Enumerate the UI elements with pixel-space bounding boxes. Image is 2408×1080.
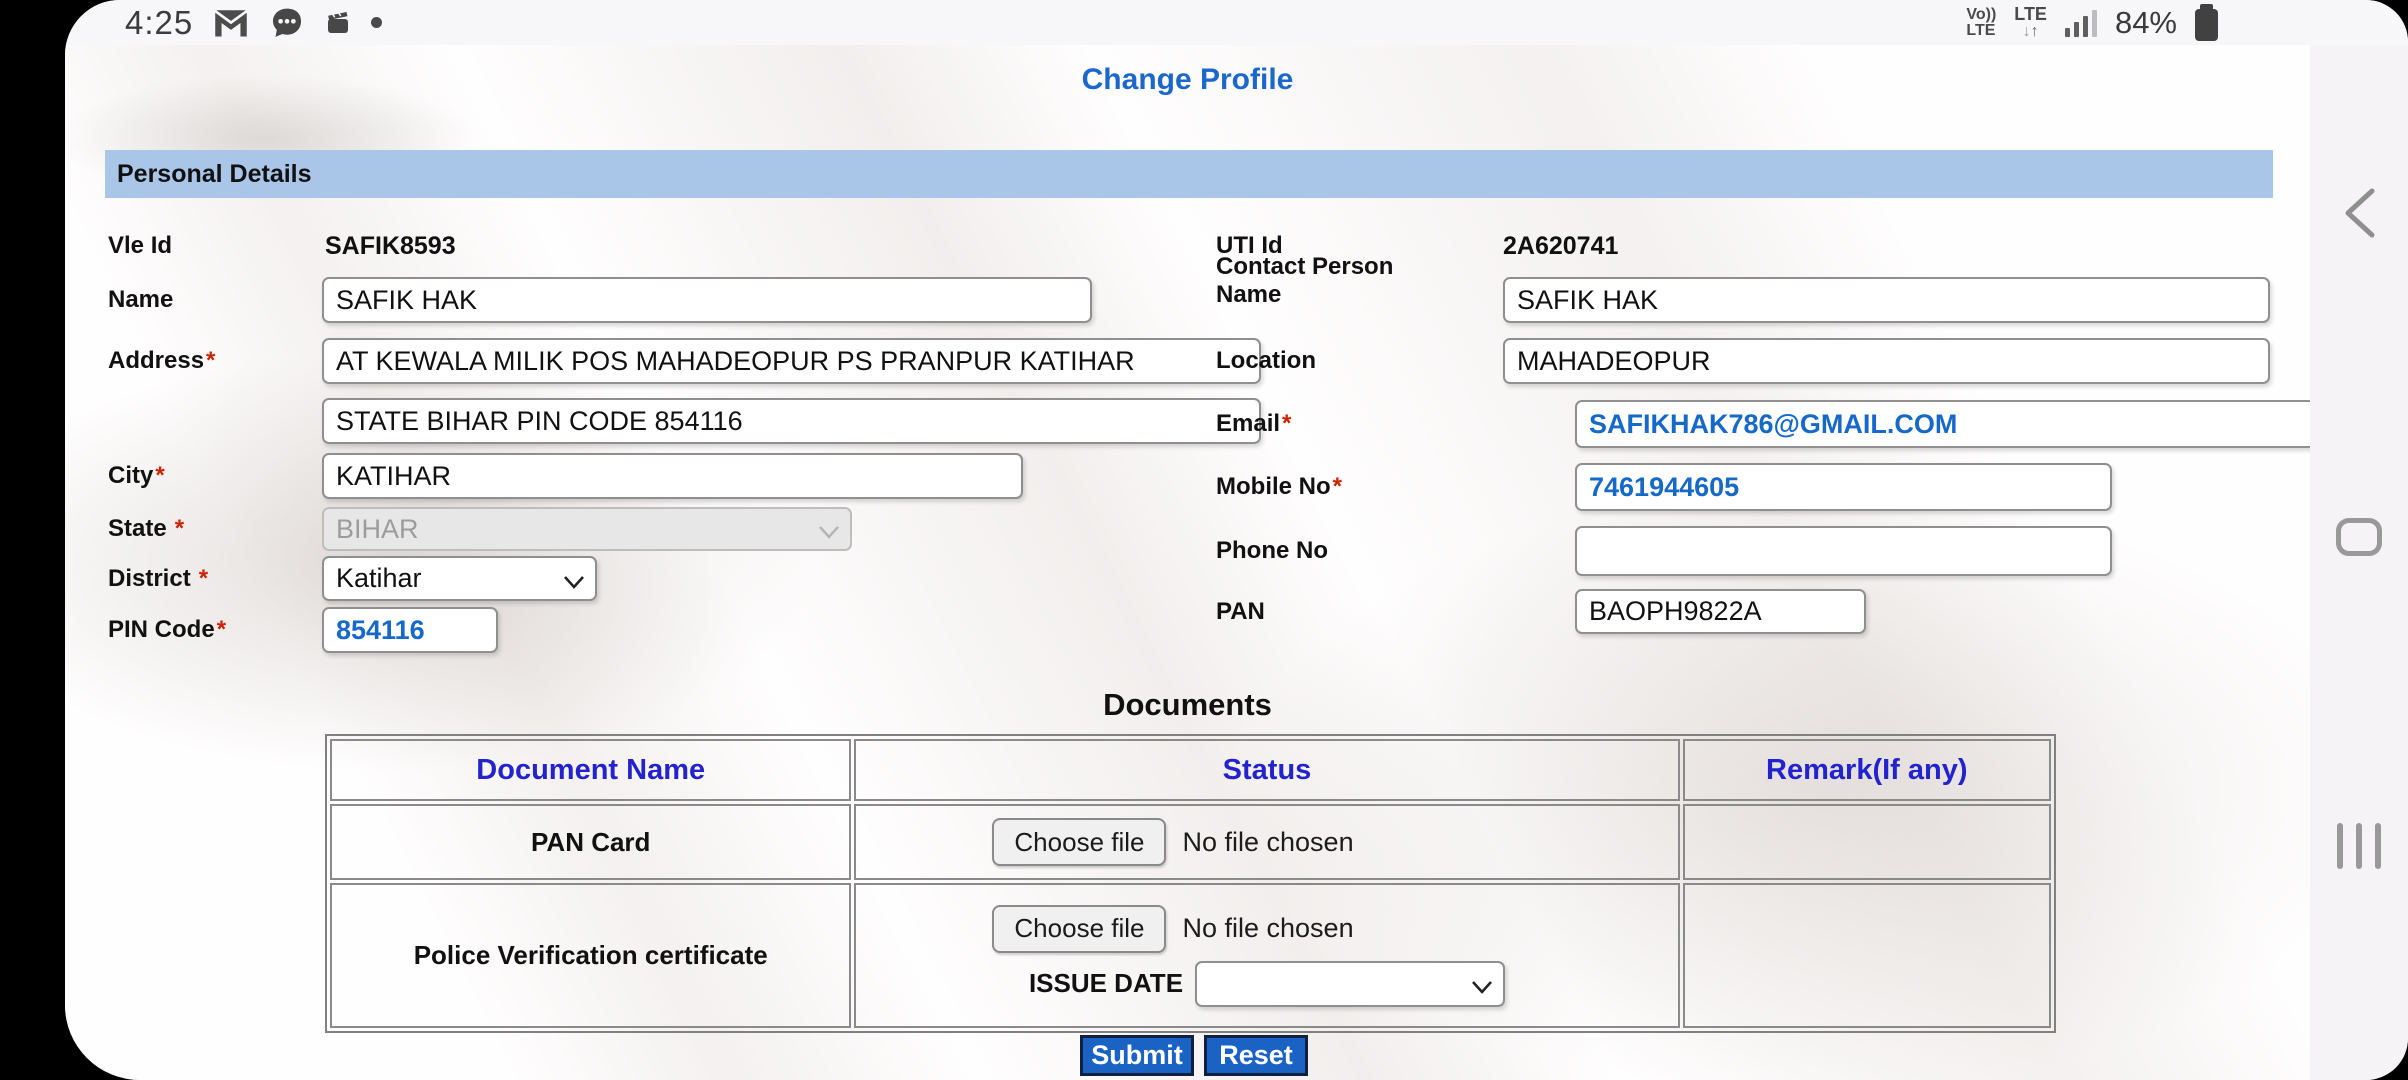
choose-file-button[interactable]: Choose file: [992, 905, 1166, 953]
battery-percent: 84%: [2115, 5, 2177, 41]
pan-card-doc-name: PAN Card: [531, 827, 650, 857]
email-label: Email*: [1216, 400, 1291, 448]
phone-no-label: Phone No: [1216, 526, 1328, 576]
state-label: State*: [108, 507, 184, 551]
android-nav-bar: [2310, 45, 2408, 1080]
documents-title: Documents: [65, 687, 2310, 723]
vle-id-value: SAFIK8593: [325, 230, 456, 262]
pin-code-label: PIN Code*: [108, 607, 226, 653]
issue-date-label: ISSUE DATE: [1029, 968, 1183, 999]
contact-person-input[interactable]: [1503, 277, 2270, 323]
state-select[interactable]: BIHAR: [322, 507, 852, 551]
vle-id-label: Vle Id: [108, 230, 172, 262]
district-select[interactable]: Katihar: [322, 556, 597, 601]
personal-details-header: Personal Details: [105, 150, 2273, 198]
location-input[interactable]: [1503, 338, 2270, 384]
mobile-no-label: Mobile No*: [1216, 463, 1342, 511]
battery-icon: [2195, 9, 2218, 41]
address-label: Address*: [108, 338, 215, 384]
volte-icon: Vo)) LTE: [1966, 7, 1996, 39]
pan-card-file-input[interactable]: Choose file No file chosen: [992, 818, 1353, 866]
pan-input[interactable]: [1575, 589, 1866, 634]
signal-strength-icon: [2065, 9, 2097, 37]
name-input[interactable]: [322, 277, 1092, 323]
clock: 4:25: [125, 4, 193, 42]
lte-updown-icon: LTE ↓↑: [2014, 6, 2047, 40]
no-file-chosen-text: No file chosen: [1182, 913, 1353, 944]
messages-icon: [269, 6, 305, 40]
district-label: District*: [108, 556, 208, 601]
documents-table: Document Name Status Remark(If any) PAN …: [325, 734, 2056, 1033]
nav-home-button[interactable]: [2336, 518, 2382, 556]
reset-button[interactable]: Reset: [1204, 1035, 1308, 1076]
address-input[interactable]: [322, 338, 1261, 384]
city-label: City*: [108, 453, 165, 499]
pan-label: PAN: [1216, 589, 1265, 634]
police-verification-doc-name: Police Verification certificate: [414, 940, 768, 970]
table-row-pan-card: PAN Card Choose file No file chosen: [330, 804, 2051, 880]
table-row-police-verification: Police Verification certificate Choose f…: [330, 883, 2051, 1028]
contact-person-label: Contact Person Name: [1216, 253, 1401, 309]
address-line2-input[interactable]: [322, 398, 1261, 444]
page-title: Change Profile: [65, 63, 2310, 97]
location-label: Location: [1216, 338, 1316, 384]
phone-no-input[interactable]: [1575, 526, 2112, 576]
pin-code-input[interactable]: [322, 607, 498, 653]
header-document-name: Document Name: [330, 739, 851, 801]
notification-dot-icon: [371, 17, 382, 28]
header-status: Status: [854, 739, 1679, 801]
status-bar: 4:25 Vo)) LTE LTE ↓↑: [65, 0, 2408, 45]
submit-button[interactable]: Submit: [1080, 1035, 1194, 1076]
media-icon: [325, 10, 351, 36]
choose-file-button[interactable]: Choose file: [992, 818, 1166, 866]
nav-back-button[interactable]: [2338, 185, 2380, 246]
email-input[interactable]: [1575, 400, 2310, 448]
issue-date-select[interactable]: [1195, 961, 1505, 1007]
header-remark: Remark(If any): [1683, 739, 2051, 801]
phone-bezel: 4:25 Vo)) LTE LTE ↓↑: [0, 0, 2408, 1080]
city-input[interactable]: [322, 453, 1023, 499]
police-verification-remark-cell: [1683, 883, 2051, 1028]
browser-viewport: Change Profile Personal Details Vle Id S…: [65, 45, 2310, 1080]
documents-header-row: Document Name Status Remark(If any): [330, 739, 2051, 801]
gmail-icon: [213, 8, 249, 38]
phone-screen: 4:25 Vo)) LTE LTE ↓↑: [65, 0, 2408, 1080]
pan-card-remark-cell: [1683, 804, 2051, 880]
nav-recents-button[interactable]: [2337, 823, 2381, 869]
uti-id-value: 2A620741: [1503, 230, 1618, 262]
no-file-chosen-text: No file chosen: [1182, 827, 1353, 858]
police-verification-file-input[interactable]: Choose file No file chosen: [992, 905, 1353, 953]
mobile-no-input[interactable]: [1575, 463, 2112, 511]
name-label: Name: [108, 277, 173, 323]
